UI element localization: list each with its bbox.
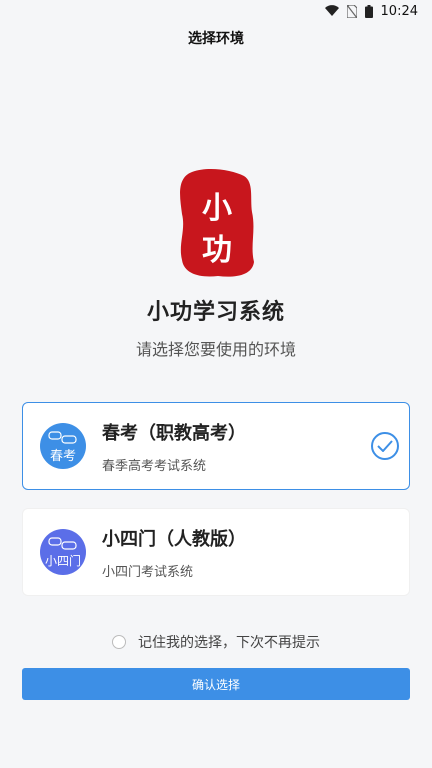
status-time: 10:24: [380, 3, 418, 19]
svg-text:功: 功: [202, 233, 232, 268]
remember-choice[interactable]: 记住我的选择，下次不再提示: [0, 632, 432, 652]
status-bar: 10:24: [0, 0, 432, 22]
app-logo-seal: 小 功: [180, 169, 254, 277]
option-avatar-xiaosimen: 小四门: [40, 529, 86, 575]
wifi-icon: [324, 5, 339, 17]
option-desc: 春季高考考试系统: [102, 458, 207, 474]
option-card-chunkao[interactable]: 春考 春考（职教高考） 春季高考考试系统: [22, 402, 410, 490]
page-title: 选择环境: [188, 31, 244, 47]
check-circle-icon: [371, 432, 399, 460]
remember-radio[interactable]: [112, 635, 126, 649]
option-avatar-chunkao: 春考: [40, 423, 86, 469]
option-avatar-text: 春考: [49, 448, 76, 464]
battery-icon: [364, 4, 373, 18]
option-desc: 小四门考试系统: [102, 564, 194, 580]
app-name: 小功学习系统: [146, 300, 285, 325]
no-sim-icon: [346, 4, 357, 18]
option-avatar-text: 小四门: [44, 553, 81, 568]
option-card-xiaosimen[interactable]: 小四门 小四门（人教版） 小四门考试系统: [22, 508, 410, 596]
remember-label: 记住我的选择，下次不再提示: [138, 635, 320, 651]
page-subtitle: 请选择您要使用的环境: [135, 340, 296, 359]
option-name: 春考（职教高考）: [102, 422, 246, 444]
option-name: 小四门（人教版）: [102, 528, 246, 550]
confirm-button[interactable]: 确认选择: [22, 668, 410, 700]
svg-text:小: 小: [202, 191, 232, 226]
